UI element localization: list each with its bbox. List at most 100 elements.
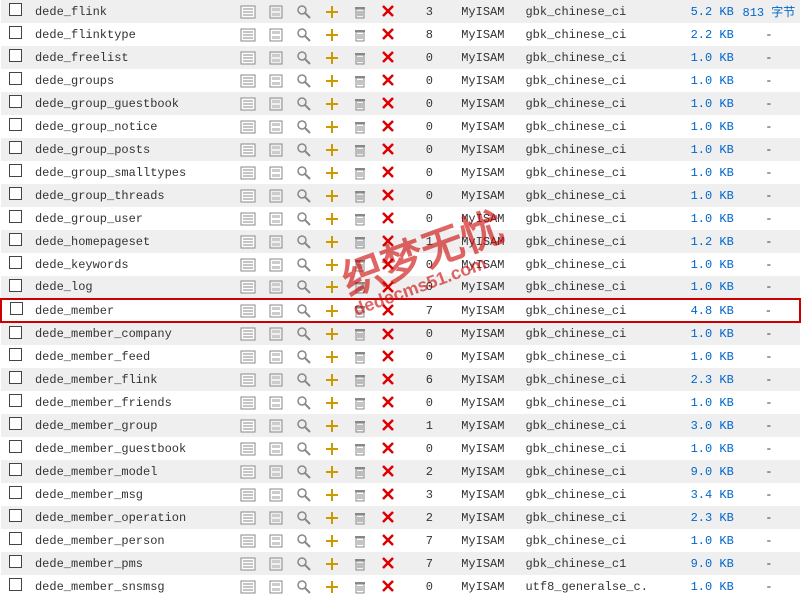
structure-icon[interactable]	[268, 488, 284, 502]
empty-icon[interactable]	[352, 189, 368, 203]
empty-icon[interactable]	[352, 304, 368, 318]
table-name-link[interactable]: dede_member	[35, 304, 114, 318]
search-icon[interactable]	[296, 304, 312, 318]
drop-icon[interactable]	[381, 511, 395, 525]
structure-icon[interactable]	[268, 143, 284, 157]
row-checkbox[interactable]	[9, 578, 22, 591]
row-checkbox[interactable]	[9, 486, 22, 499]
browse-icon[interactable]	[240, 97, 256, 111]
search-icon[interactable]	[296, 350, 312, 364]
empty-icon[interactable]	[352, 97, 368, 111]
drop-icon[interactable]	[381, 120, 395, 134]
drop-icon[interactable]	[381, 580, 395, 594]
browse-icon[interactable]	[240, 120, 256, 134]
search-icon[interactable]	[296, 166, 312, 180]
insert-icon[interactable]	[324, 51, 340, 65]
drop-icon[interactable]	[381, 557, 395, 571]
insert-icon[interactable]	[324, 280, 340, 294]
insert-icon[interactable]	[324, 442, 340, 456]
empty-icon[interactable]	[352, 350, 368, 364]
table-name-link[interactable]: dede_member_operation	[35, 511, 186, 525]
empty-icon[interactable]	[352, 442, 368, 456]
structure-icon[interactable]	[268, 258, 284, 272]
empty-icon[interactable]	[352, 74, 368, 88]
row-checkbox[interactable]	[9, 279, 22, 292]
table-name-link[interactable]: dede_member_person	[35, 534, 165, 548]
row-checkbox[interactable]	[9, 555, 22, 568]
insert-icon[interactable]	[324, 258, 340, 272]
browse-icon[interactable]	[240, 373, 256, 387]
browse-icon[interactable]	[240, 350, 256, 364]
empty-icon[interactable]	[352, 51, 368, 65]
browse-icon[interactable]	[240, 5, 256, 19]
row-checkbox[interactable]	[9, 187, 22, 200]
drop-icon[interactable]	[381, 212, 395, 226]
structure-icon[interactable]	[268, 442, 284, 456]
row-checkbox[interactable]	[9, 3, 22, 16]
structure-icon[interactable]	[268, 373, 284, 387]
browse-icon[interactable]	[240, 488, 256, 502]
structure-icon[interactable]	[268, 350, 284, 364]
browse-icon[interactable]	[240, 304, 256, 318]
row-checkbox[interactable]	[9, 348, 22, 361]
empty-icon[interactable]	[352, 280, 368, 294]
search-icon[interactable]	[296, 189, 312, 203]
row-checkbox[interactable]	[9, 141, 22, 154]
browse-icon[interactable]	[240, 258, 256, 272]
search-icon[interactable]	[296, 28, 312, 42]
row-checkbox[interactable]	[9, 49, 22, 62]
row-checkbox[interactable]	[9, 440, 22, 453]
browse-icon[interactable]	[240, 143, 256, 157]
structure-icon[interactable]	[268, 97, 284, 111]
row-checkbox[interactable]	[9, 26, 22, 39]
search-icon[interactable]	[296, 258, 312, 272]
drop-icon[interactable]	[381, 97, 395, 111]
drop-icon[interactable]	[381, 350, 395, 364]
table-name-link[interactable]: dede_group_notice	[35, 120, 157, 134]
empty-icon[interactable]	[352, 327, 368, 341]
browse-icon[interactable]	[240, 189, 256, 203]
drop-icon[interactable]	[381, 465, 395, 479]
structure-icon[interactable]	[268, 5, 284, 19]
browse-icon[interactable]	[240, 51, 256, 65]
insert-icon[interactable]	[324, 74, 340, 88]
structure-icon[interactable]	[268, 327, 284, 341]
drop-icon[interactable]	[381, 143, 395, 157]
insert-icon[interactable]	[324, 396, 340, 410]
table-name-link[interactable]: dede_member_group	[35, 419, 157, 433]
structure-icon[interactable]	[268, 511, 284, 525]
structure-icon[interactable]	[268, 465, 284, 479]
drop-icon[interactable]	[381, 327, 395, 341]
row-checkbox[interactable]	[9, 463, 22, 476]
browse-icon[interactable]	[240, 166, 256, 180]
search-icon[interactable]	[296, 557, 312, 571]
drop-icon[interactable]	[381, 488, 395, 502]
structure-icon[interactable]	[268, 580, 284, 594]
table-name-link[interactable]: dede_member_feed	[35, 350, 150, 364]
empty-icon[interactable]	[352, 258, 368, 272]
row-checkbox[interactable]	[9, 210, 22, 223]
table-name-link[interactable]: dede_group_user	[35, 212, 143, 226]
table-name-link[interactable]: dede_member_model	[35, 465, 157, 479]
row-checkbox[interactable]	[9, 394, 22, 407]
empty-icon[interactable]	[352, 28, 368, 42]
browse-icon[interactable]	[240, 534, 256, 548]
row-checkbox[interactable]	[9, 118, 22, 131]
browse-icon[interactable]	[240, 580, 256, 594]
structure-icon[interactable]	[268, 51, 284, 65]
browse-icon[interactable]	[240, 212, 256, 226]
empty-icon[interactable]	[352, 534, 368, 548]
empty-icon[interactable]	[352, 580, 368, 594]
search-icon[interactable]	[296, 373, 312, 387]
drop-icon[interactable]	[381, 442, 395, 456]
row-checkbox[interactable]	[9, 72, 22, 85]
table-name-link[interactable]: dede_group_smalltypes	[35, 166, 186, 180]
insert-icon[interactable]	[324, 97, 340, 111]
browse-icon[interactable]	[240, 327, 256, 341]
empty-icon[interactable]	[352, 143, 368, 157]
table-name-link[interactable]: dede_keywords	[35, 258, 129, 272]
table-name-link[interactable]: dede_member_pms	[35, 557, 143, 571]
drop-icon[interactable]	[381, 534, 395, 548]
insert-icon[interactable]	[324, 511, 340, 525]
table-name-link[interactable]: dede_member_msg	[35, 488, 143, 502]
